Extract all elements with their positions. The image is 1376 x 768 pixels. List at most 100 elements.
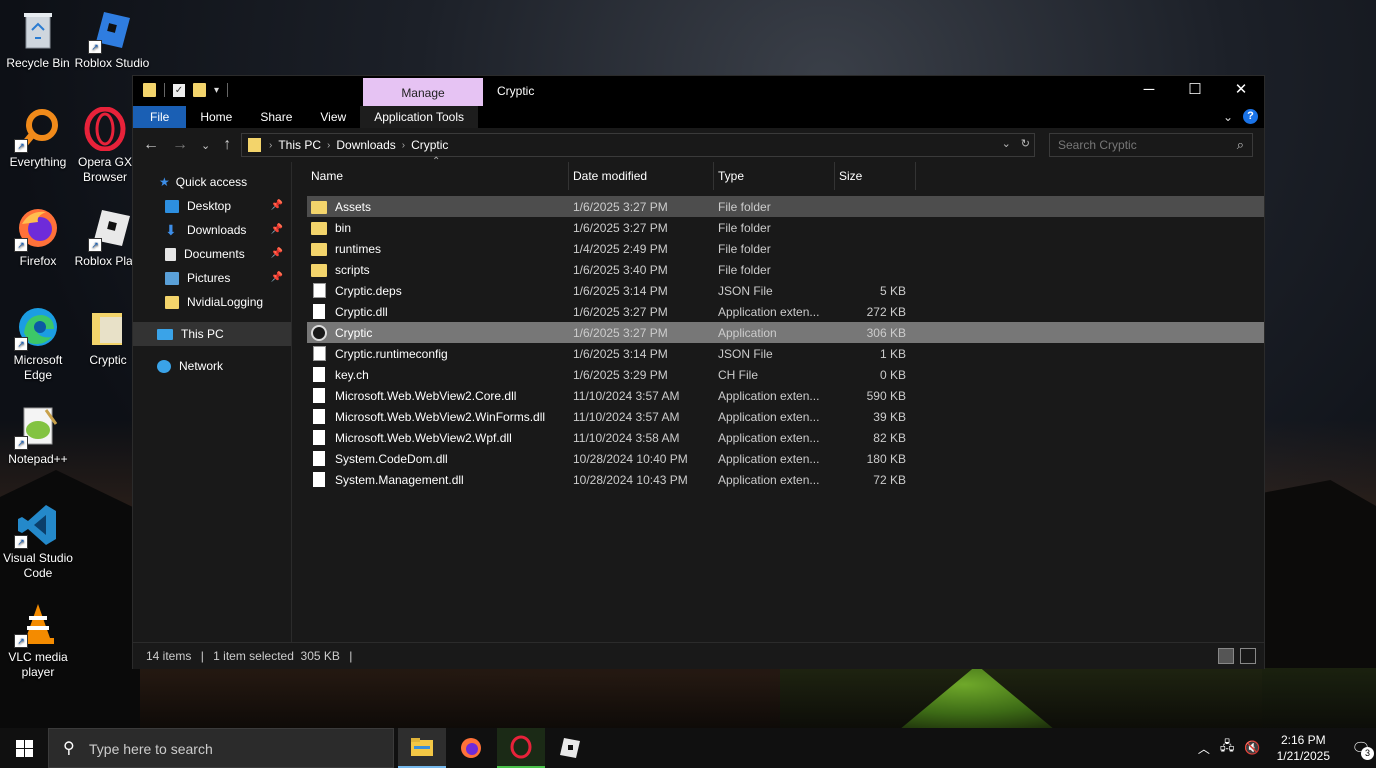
minimize-button[interactable]: ─	[1126, 76, 1172, 106]
close-button[interactable]: ✕	[1218, 76, 1264, 106]
cell-type: Application exten...	[718, 451, 820, 466]
desktop-icon-notepad-plus-plus[interactable]: ↗ Notepad++	[0, 404, 76, 467]
breadcrumb-separator: ›	[401, 139, 406, 151]
taskbar-roblox[interactable]	[546, 728, 594, 768]
table-row[interactable]: Cryptic.deps 1/6/2025 3:14 PM JSON File 5 K…	[307, 280, 1264, 301]
sidebar-item-downloads[interactable]: ⬇ Downloads 📌	[133, 218, 291, 242]
search-box[interactable]: Search Cryptic ⌕	[1049, 133, 1253, 157]
column-header-date[interactable]: Date modified	[569, 162, 714, 190]
cell-name: System.Management.dll	[307, 472, 569, 487]
doc-icon	[313, 451, 325, 466]
desktop-icon-microsoft-edge[interactable]: ↗ Microsoft Edge	[0, 305, 76, 383]
desktop-icon-roblox-studio[interactable]: ↗ Roblox Studio	[74, 8, 150, 71]
sidebar-item-label: Network	[179, 359, 224, 373]
notifications-button[interactable]: 🗨 3	[1346, 728, 1376, 768]
doc-icon	[313, 430, 325, 445]
ribbon-tabs: File Home Share View Application Tools ⌄…	[133, 106, 1264, 128]
table-row[interactable]: Microsoft.Web.WebView2.Core.dll 11/10/202…	[307, 385, 1264, 406]
tab-file[interactable]: File	[133, 106, 187, 128]
up-button[interactable]: ↑	[223, 136, 231, 154]
column-header-type[interactable]: Type	[714, 162, 835, 190]
tab-home[interactable]: Home	[186, 106, 246, 128]
divider	[164, 83, 165, 97]
cell-type: Application exten...	[718, 388, 820, 403]
details-view-button[interactable]	[1218, 648, 1234, 664]
sidebar-item-quick-access[interactable]: ★ Quick access	[133, 170, 291, 194]
cell-name: key.ch	[307, 367, 569, 382]
show-hidden-icons-icon[interactable]: ︿	[1198, 740, 1210, 757]
breadcrumb-this-pc[interactable]: This PC	[278, 138, 321, 152]
table-row[interactable]: Microsoft.Web.WebView2.Wpf.dll 11/10/2024…	[307, 427, 1264, 448]
sidebar-item-this-pc[interactable]: This PC	[133, 322, 291, 346]
desktop-icon-opera-gx[interactable]: Opera GX Browser	[74, 107, 136, 185]
taskbar-search[interactable]: ⚲ Type here to search	[48, 728, 394, 768]
recent-locations-button[interactable]: ⌄	[201, 139, 210, 152]
table-row[interactable]: Cryptic 1/6/2025 3:27 PM Application 306 KB	[307, 322, 1264, 343]
table-row[interactable]: scripts 1/6/2025 3:40 PM File folder	[307, 259, 1264, 280]
tab-share[interactable]: Share	[246, 106, 306, 128]
maximize-button[interactable]: ☐	[1172, 76, 1218, 106]
manage-contextual-tab[interactable]: Manage	[363, 78, 483, 106]
sidebar-item-nvidialogging[interactable]: NvidiaLogging	[133, 290, 291, 314]
desktop-icon-vscode[interactable]: ↗ Visual Studio Code	[0, 503, 76, 581]
address-history-icon[interactable]: ⌄	[1002, 137, 1011, 150]
cell-type: File folder	[718, 220, 771, 235]
taskbar-firefox[interactable]	[447, 728, 495, 768]
address-bar[interactable]: › This PC › Downloads › Cryptic ⌄ ↻	[241, 133, 1035, 157]
column-header-size[interactable]: Size	[835, 162, 916, 190]
sidebar-item-pictures[interactable]: Pictures 📌	[133, 266, 291, 290]
table-row[interactable]: System.CodeDom.dll 10/28/2024 10:40 PM App…	[307, 448, 1264, 469]
folder-icon	[165, 295, 179, 309]
expand-ribbon-icon[interactable]: ⌄	[1223, 110, 1233, 124]
table-row[interactable]: runtimes 1/4/2025 2:49 PM File folder	[307, 238, 1264, 259]
pin-icon: 📌	[270, 248, 283, 259]
table-row[interactable]: System.Management.dll 10/28/2024 10:43 PM…	[307, 469, 1264, 490]
help-icon[interactable]: ?	[1243, 109, 1258, 124]
large-icons-view-button[interactable]	[1240, 648, 1256, 664]
pin-icon: 📌	[270, 272, 283, 283]
desktop-icon-everything[interactable]: ↗ Everything	[0, 107, 76, 170]
cell-size: 1 KB	[879, 346, 906, 361]
breadcrumb-downloads[interactable]: Downloads	[336, 138, 395, 152]
forward-button[interactable]: →	[172, 136, 188, 154]
tab-application-tools[interactable]: Application Tools	[360, 106, 479, 128]
network-icon[interactable]: 🖧	[1220, 737, 1235, 759]
table-row[interactable]: Assets 1/6/2025 3:27 PM File folder	[307, 196, 1264, 217]
file-name: System.Management.dll	[335, 472, 464, 487]
back-button[interactable]: ←	[143, 136, 159, 154]
tab-view[interactable]: View	[306, 106, 360, 128]
download-arrow-icon: ⬇	[165, 221, 177, 238]
sidebar-item-documents[interactable]: Documents 📌	[133, 242, 291, 266]
desktop-icon-cryptic[interactable]: Cryptic	[80, 305, 136, 368]
properties-icon[interactable]: ✓	[173, 83, 185, 97]
volume-muted-icon[interactable]: 🔇	[1244, 740, 1260, 756]
sidebar-item-desktop[interactable]: Desktop 📌	[133, 194, 291, 218]
taskbar-opera-gx[interactable]	[497, 728, 545, 768]
search-placeholder: Search Cryptic	[1058, 138, 1137, 152]
cell-date: 1/6/2025 3:40 PM	[573, 262, 668, 277]
refresh-icon[interactable]: ↻	[1021, 137, 1030, 150]
file-name: bin	[335, 220, 352, 235]
table-row[interactable]: bin 1/6/2025 3:27 PM File folder	[307, 217, 1264, 238]
clock[interactable]: 2:16 PM 1/21/2025	[1277, 732, 1330, 764]
taskbar-file-explorer[interactable]	[398, 728, 446, 768]
table-row[interactable]: Microsoft.Web.WebView2.WinForms.dll 11/10…	[307, 406, 1264, 427]
vscode-icon: ↗	[14, 503, 60, 549]
start-button[interactable]	[0, 728, 48, 768]
table-row[interactable]: key.ch 1/6/2025 3:29 PM CH File 0 KB	[307, 364, 1264, 385]
breadcrumb-cryptic[interactable]: Cryptic	[411, 138, 448, 152]
desktop-icon-firefox[interactable]: ↗ Firefox	[0, 206, 76, 269]
shortcut-arrow-icon: ↗	[88, 40, 102, 54]
table-row[interactable]: Cryptic.runtimeconfig 1/6/2025 3:14 PM JSO…	[307, 343, 1264, 364]
sidebar-item-label: Quick access	[175, 175, 248, 189]
customize-toolbar-icon[interactable]: ▾	[214, 85, 219, 96]
table-row[interactable]: Cryptic.dll 1/6/2025 3:27 PM Application e…	[307, 301, 1264, 322]
sidebar-item-network[interactable]: Network	[133, 354, 291, 378]
file-name: Cryptic.runtimeconfig	[335, 346, 448, 361]
breadcrumb-separator: ›	[269, 139, 273, 151]
desktop-icon-recycle-bin[interactable]: Recycle Bin	[0, 8, 76, 71]
recycle-bin-icon	[16, 8, 60, 52]
new-folder-icon[interactable]	[193, 83, 206, 97]
desktop-icon-vlc[interactable]: ↗ VLC media player	[0, 602, 76, 680]
cell-type: File folder	[718, 241, 771, 256]
